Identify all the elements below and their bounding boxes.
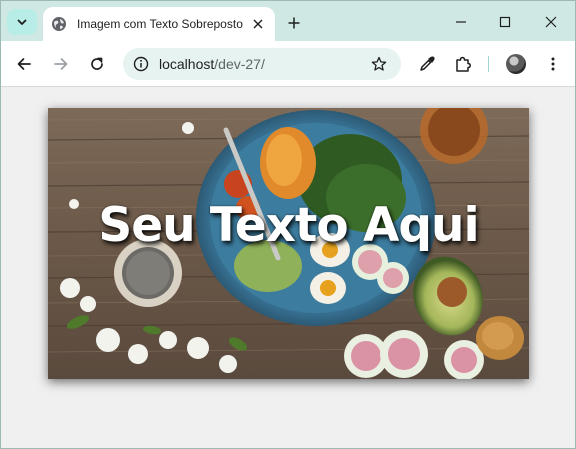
- maximize-button[interactable]: [492, 10, 518, 34]
- browser-toolbar: localhost/dev-27/: [1, 41, 575, 87]
- plus-icon: [288, 17, 300, 29]
- eyedropper-icon: [420, 56, 435, 71]
- close-tab-button[interactable]: [249, 15, 267, 33]
- globe-icon: [52, 17, 66, 31]
- address-bar[interactable]: localhost/dev-27/: [123, 48, 401, 80]
- minimize-icon: [456, 21, 466, 23]
- extensions-button[interactable]: [451, 52, 475, 76]
- new-tab-button[interactable]: [283, 12, 305, 34]
- profile-avatar[interactable]: [506, 54, 526, 74]
- star-icon: [371, 56, 387, 71]
- arrow-left-icon: [17, 58, 31, 70]
- page-content: Seu Texto Aqui: [1, 88, 575, 448]
- more-vert-icon: [551, 57, 555, 71]
- active-tab[interactable]: Imagem com Texto Sobreposto: [43, 7, 275, 41]
- close-window-button[interactable]: [538, 10, 564, 34]
- site-info-button[interactable]: [129, 52, 153, 76]
- maximize-icon: [499, 16, 511, 28]
- browser-window: Imagem com Texto Sobreposto localhost/de…: [0, 0, 576, 449]
- close-icon: [545, 16, 557, 28]
- back-button[interactable]: [12, 52, 36, 76]
- tab-strip: Imagem com Texto Sobreposto: [1, 1, 575, 41]
- reload-icon: [91, 57, 103, 70]
- chevron-down-icon: [17, 19, 27, 25]
- url-text[interactable]: localhost/dev-27/: [159, 56, 367, 72]
- toolbar-divider: [488, 56, 489, 72]
- hero-image: Seu Texto Aqui: [48, 108, 529, 379]
- close-icon: [253, 19, 263, 29]
- minimize-button[interactable]: [448, 10, 474, 34]
- url-host: localhost: [159, 56, 215, 72]
- tab-search-button[interactable]: [7, 9, 37, 35]
- tab-title: Imagem com Texto Sobreposto: [77, 17, 243, 31]
- reload-button[interactable]: [85, 52, 109, 76]
- bookmark-button[interactable]: [367, 52, 391, 76]
- forward-button[interactable]: [49, 52, 73, 76]
- eyedropper-button[interactable]: [415, 52, 439, 76]
- menu-button[interactable]: [541, 52, 565, 76]
- puzzle-icon: [456, 56, 471, 72]
- arrow-right-icon: [54, 58, 68, 70]
- url-path: /dev-27/: [214, 56, 265, 72]
- overlay-heading: Seu Texto Aqui: [98, 198, 479, 253]
- site-info-icon: [133, 56, 149, 72]
